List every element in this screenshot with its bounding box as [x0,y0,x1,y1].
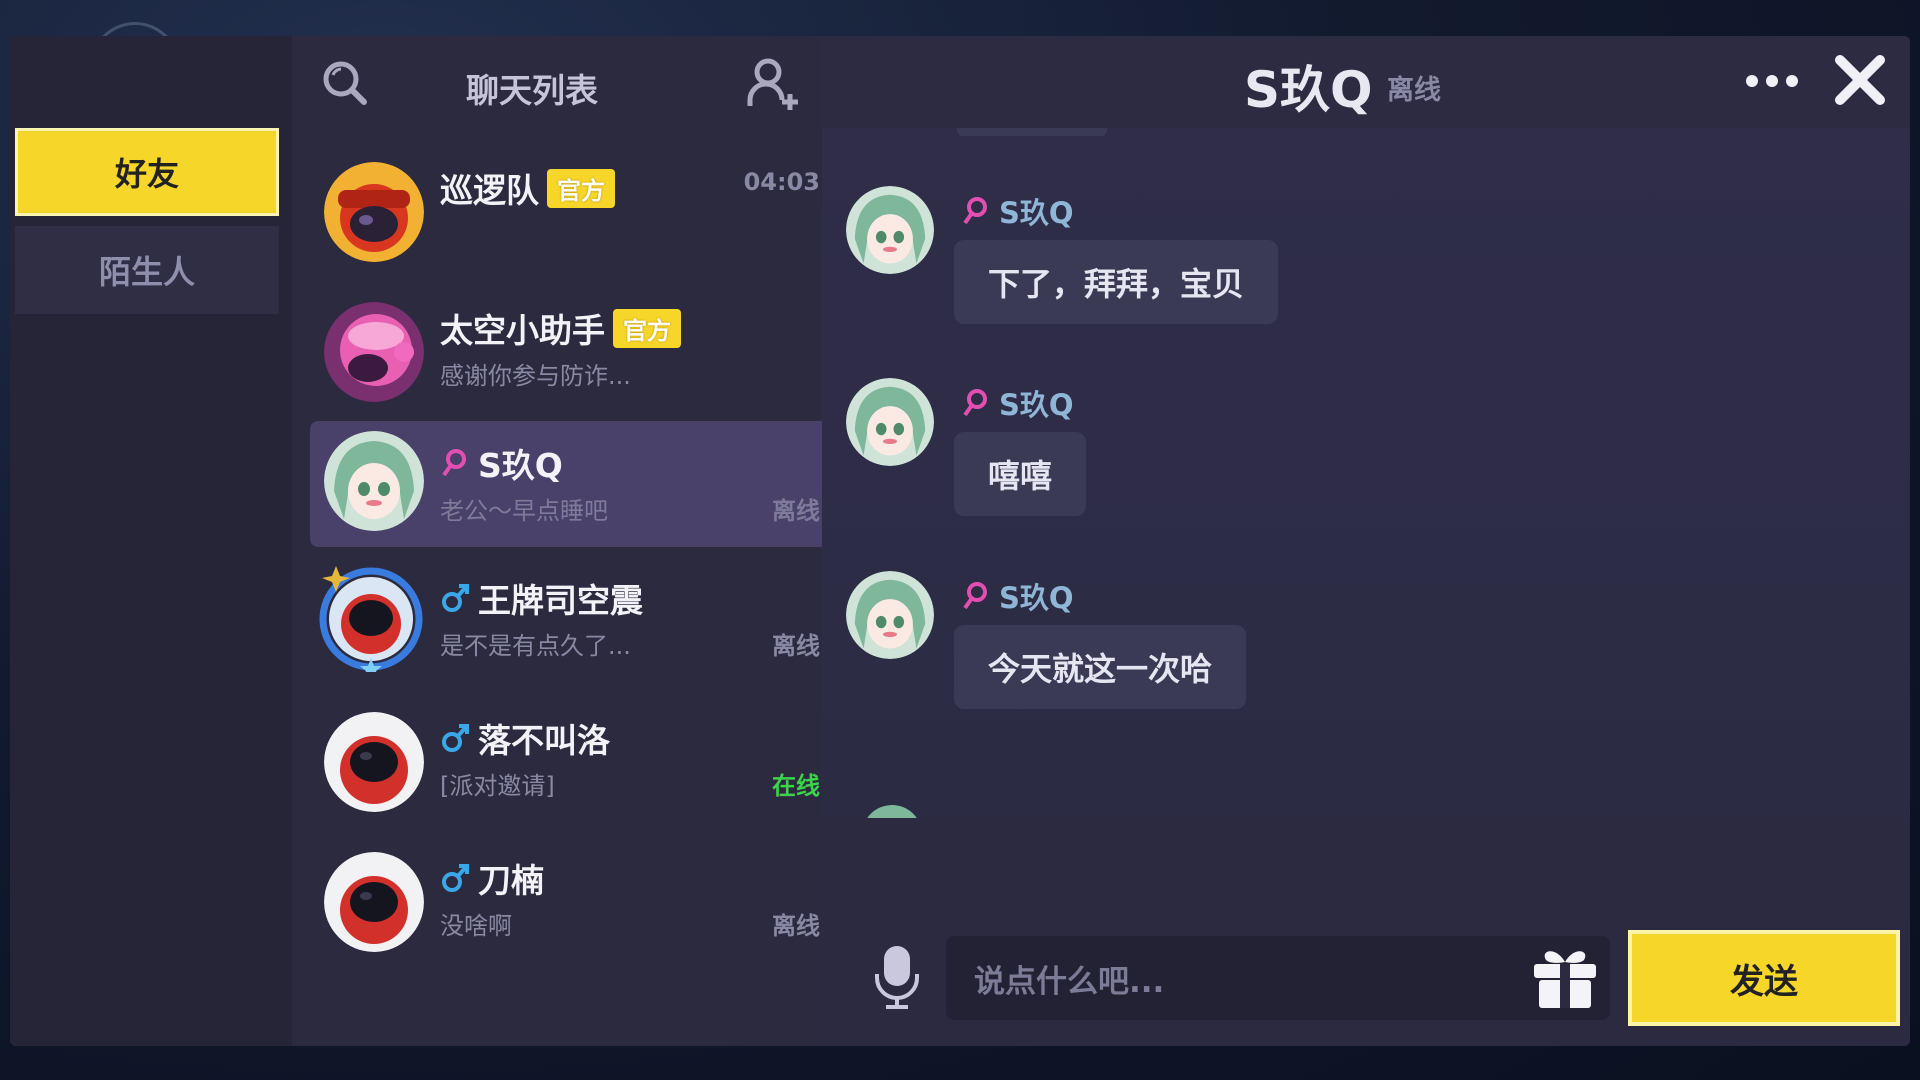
close-icon[interactable] [1830,50,1890,110]
female-icon [440,447,470,479]
avatar [324,852,424,952]
message-list[interactable]: S玖Q 下了，拜拜，宝贝 S玖Q 嘻嘻 S玖Q 今天就这一次哈 [822,128,1910,818]
chat-window: 好友 陌生人 聊天列表 巡逻队 官方 04:03 太空小助手 官方 感谢你参与防… [10,36,1910,1046]
male-icon [440,862,470,894]
more-options-icon[interactable] [1742,66,1802,96]
chat-item-space-assistant[interactable]: 太空小助手 官方 感谢你参与防诈... [310,286,828,410]
contact-name: 落不叫洛 [478,721,610,760]
chat-item-name-row: S玖Q [440,439,563,487]
chat-list-header: 聊天列表 [292,36,822,132]
sender-avatar[interactable] [846,571,934,659]
chat-item-luobujiaoluo[interactable]: 落不叫洛 [派对邀请] 在线 [310,696,828,820]
sender-name-row: S玖Q [961,382,1074,424]
message-item: S玖Q 今天就这一次哈 [846,571,1746,731]
send-button[interactable]: 发送 [1628,930,1900,1026]
tab-strangers[interactable]: 陌生人 [15,226,279,314]
chat-item-name-row: 太空小助手 官方 [440,304,681,352]
official-badge: 官方 [613,308,681,348]
chat-item-name-row: 落不叫洛 [440,714,610,762]
category-sidebar: 好友 陌生人 [10,36,292,1046]
sender-name: S玖Q [999,196,1074,230]
chat-list-title: 聊天列表 [466,71,598,110]
message-bubble: 下了，拜拜，宝贝 [954,240,1279,324]
avatar [324,162,424,262]
male-icon [440,722,470,754]
chat-item-daonan[interactable]: 刀楠 没啥啊 离线 [310,836,828,960]
sender-name-row: S玖Q [961,575,1074,617]
conversation-title: S玖Q [1244,61,1373,119]
chat-item-s9q[interactable]: S玖Q 老公～早点睡吧 离线 [310,421,828,547]
conversation-header: S玖Q 离线 [822,36,1910,128]
sender-name: S玖Q [999,581,1074,615]
message-preview: 没啥啊 [440,912,512,940]
male-icon [440,582,470,614]
contact-name: 太空小助手 [440,311,605,350]
conversation-status: 离线 [1387,75,1441,106]
search-icon[interactable] [320,58,370,108]
avatar [324,302,424,402]
message-time: 04:03 [743,168,820,196]
chat-item-name-row: 王牌司空震 [440,574,643,622]
sender-name: S玖Q [999,388,1074,422]
message-item: S玖Q 嘻嘻 [846,378,1746,538]
message-preview: 老公～早点睡吧 [440,497,608,525]
sender-avatar-partial [862,805,922,818]
official-badge: 官方 [547,168,615,208]
sender-avatar[interactable] [846,186,934,274]
sender-avatar[interactable] [846,378,934,466]
avatar [324,712,424,812]
message-input[interactable]: 说点什么吧... [946,936,1610,1020]
message-preview: [派对邀请] [440,772,555,800]
avatar [319,566,424,672]
status-text: 在线 [772,772,820,800]
microphone-icon[interactable] [872,944,922,1010]
message-item: S玖Q 下了，拜拜，宝贝 [846,186,1746,346]
avatar [324,431,424,531]
sender-name-row: S玖Q [961,190,1074,232]
message-bubble-partial [957,128,1107,136]
female-icon [961,387,991,419]
status-text: 离线 [772,912,820,940]
contact-name: 刀楠 [478,861,544,900]
message-bubble: 嘻嘻 [954,432,1087,516]
message-preview: 感谢你参与防诈... [440,362,631,390]
tab-friends[interactable]: 好友 [15,128,279,216]
female-icon [961,580,991,612]
contact-name: S玖Q [478,446,563,485]
message-bubble: 今天就这一次哈 [954,625,1247,709]
status-text: 离线 [772,632,820,660]
female-icon [961,195,991,227]
chat-item-patrol[interactable]: 巡逻队 官方 04:03 [310,146,828,270]
chat-list-panel: 聊天列表 巡逻队 官方 04:03 太空小助手 官方 感谢你参与防诈... S玖… [292,36,828,1046]
status-text: 离线 [772,497,820,525]
message-preview: 是不是有点久了... [440,632,631,660]
contact-name: 巡逻队 [440,171,539,210]
chat-item-wangpai[interactable]: 王牌司空震 是不是有点久了... 离线 [310,556,828,680]
contact-name: 王牌司空震 [478,581,643,620]
add-friend-icon[interactable] [744,54,804,114]
gift-icon[interactable] [1530,944,1600,1010]
conversation-panel: S玖Q 离线 S玖Q 下了，拜拜，宝贝 S玖Q 嘻嘻 S玖Q 今天就这一次哈 说… [822,36,1910,1046]
chat-item-name-row: 刀楠 [440,854,544,902]
chat-item-name-row: 巡逻队 官方 [440,164,615,212]
